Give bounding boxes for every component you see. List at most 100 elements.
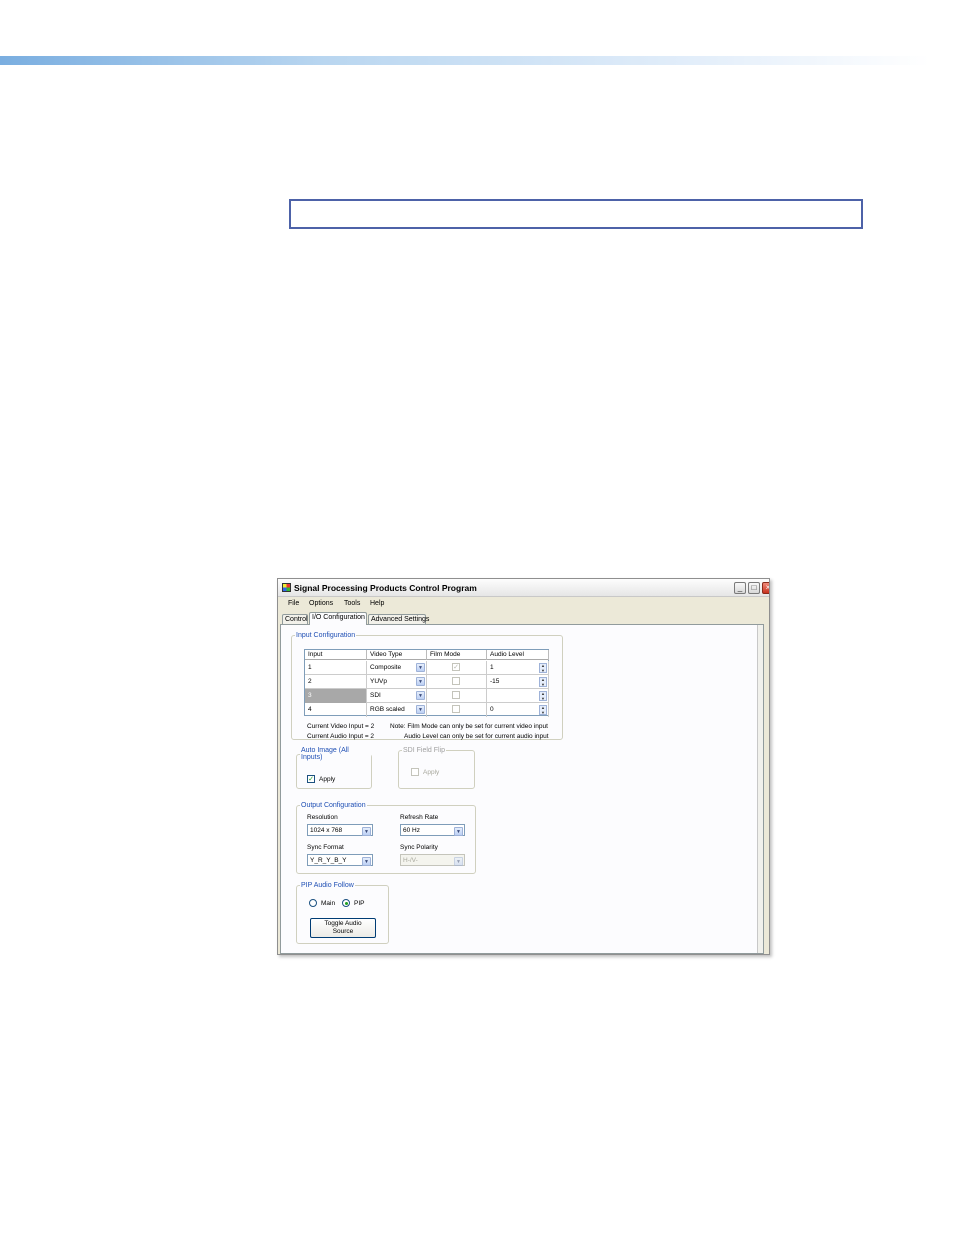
row2-video-type[interactable]: YUVp ▼ (367, 675, 427, 689)
refresh-rate-value: 60 Hz (403, 827, 420, 834)
menu-options[interactable]: Options (309, 600, 333, 607)
menu-help[interactable]: Help (370, 600, 384, 607)
close-button[interactable]: × (762, 582, 769, 594)
toggle-audio-label-line2: Source (332, 928, 354, 935)
resolution-select[interactable]: 1024 x 768 ▼ (307, 824, 373, 836)
chevron-down-icon[interactable]: ▼ (454, 827, 463, 836)
row3-video-type-value: SDI (370, 692, 381, 699)
chevron-down-icon[interactable]: ▼ (454, 857, 463, 866)
input-configuration-legend: Input Configuration (296, 632, 356, 639)
row2-video-type-value: YUVp (370, 678, 387, 685)
col-film-mode: Film Mode (427, 650, 487, 660)
toggle-audio-source-button[interactable]: Toggle Audio Source (310, 918, 376, 938)
output-configuration-group: Output Configuration Resolution 1024 x 7… (296, 802, 476, 874)
auto-image-group: Auto Image (All Inputs) ✓ Apply (296, 747, 372, 789)
auto-image-legend: Auto Image (All Inputs) (301, 747, 349, 761)
spinner-arrows-icon[interactable]: ▲ ▼ (539, 663, 547, 673)
table-row: 3 SDI ▼ ▲ ▼ (305, 689, 549, 703)
row2-film-mode (427, 675, 487, 689)
sdi-field-flip-legend: SDI Field Flip (403, 747, 446, 754)
sdi-field-flip-group: SDI Field Flip Apply (398, 747, 475, 789)
row1-video-type-value: Composite (370, 664, 402, 671)
sync-polarity-value: H-/V- (403, 857, 418, 864)
main-radio[interactable] (309, 899, 317, 907)
input-grid: Input Video Type Film Mode Audio Level 1… (304, 649, 549, 717)
io-configuration-panel: Input Configuration Input Video Type Fil… (280, 624, 764, 954)
menu-bar: File Options Tools Help (278, 598, 769, 610)
sdi-field-flip-apply-checkbox[interactable] (411, 768, 419, 776)
row1-input[interactable]: 1 (305, 661, 367, 675)
row4-film-mode-checkbox[interactable] (452, 705, 460, 713)
sync-polarity-select[interactable]: H-/V- ▼ (400, 854, 465, 866)
menu-tools[interactable]: Tools (344, 600, 360, 607)
table-row: 2 YUVp ▼ -15 ▲ ▼ (305, 675, 549, 689)
row1-audio-level[interactable]: 1 ▲ ▼ (487, 661, 549, 675)
auto-image-apply-label: Apply (319, 776, 336, 783)
spinner-arrows-icon[interactable]: ▲ ▼ (539, 691, 547, 701)
row4-video-type[interactable]: RGB scaled ▼ (367, 703, 427, 717)
row4-film-mode (427, 703, 487, 717)
window-title: Signal Processing Products Control Progr… (294, 583, 477, 593)
output-configuration-legend: Output Configuration (301, 802, 366, 809)
chevron-down-icon[interactable]: ▼ (416, 677, 425, 686)
minimize-button[interactable]: _ (734, 582, 746, 594)
sync-format-label: Sync Format (307, 844, 344, 851)
resolution-label: Resolution (307, 814, 338, 821)
current-video-input: Current Video Input = 2 (307, 723, 375, 730)
table-row: 4 RGB scaled ▼ 0 ▲ ▼ (305, 703, 549, 717)
row3-film-mode (427, 689, 487, 703)
auto-image-apply-checkbox[interactable]: ✓ (307, 775, 315, 783)
row2-film-mode-checkbox[interactable] (452, 677, 460, 685)
col-input: Input (305, 650, 367, 660)
app-logo-icon (282, 583, 291, 592)
row2-input[interactable]: 2 (305, 675, 367, 689)
sync-format-value: Y_R_Y_B_Y (310, 857, 347, 864)
row4-audio-level[interactable]: 0 ▲ ▼ (487, 703, 549, 717)
row1-film-mode: ✓ (427, 661, 487, 675)
film-mode-note: Note: Film Mode can only be set for curr… (390, 723, 548, 730)
app-window: Signal Processing Products Control Progr… (277, 578, 770, 955)
row1-audio-level-value: 1 (490, 664, 494, 671)
row3-audio-level[interactable]: ▲ ▼ (487, 689, 549, 703)
sync-polarity-label: Sync Polarity (400, 844, 438, 851)
note-box (289, 199, 863, 229)
pip-audio-follow-legend: PIP Audio Follow (301, 882, 354, 889)
grid-header: Input Video Type Film Mode Audio Level (305, 650, 549, 660)
tab-io-configuration[interactable]: I/O Configuration (309, 612, 367, 625)
input-configuration-group: Input Configuration Input Video Type Fil… (291, 632, 563, 740)
pip-radio-label: PIP (354, 900, 365, 907)
maximize-button[interactable]: □ (748, 582, 760, 594)
spinner-arrows-icon[interactable]: ▲ ▼ (539, 705, 547, 715)
sync-format-select[interactable]: Y_R_Y_B_Y ▼ (307, 854, 373, 866)
row1-film-mode-checkbox[interactable]: ✓ (452, 663, 460, 671)
panel-scroll-edge[interactable] (757, 625, 763, 953)
row1-video-type[interactable]: Composite ▼ (367, 661, 427, 675)
current-audio-input: Current Audio Input = 2 (307, 733, 375, 740)
row2-audio-level[interactable]: -15 ▲ ▼ (487, 675, 549, 689)
chevron-down-icon[interactable]: ▼ (362, 857, 371, 866)
spinner-arrows-icon[interactable]: ▲ ▼ (539, 677, 547, 687)
row3-video-type[interactable]: SDI ▼ (367, 689, 427, 703)
chevron-down-icon[interactable]: ▼ (416, 663, 425, 672)
pip-radio[interactable] (342, 899, 350, 907)
col-video-type: Video Type (367, 650, 427, 660)
pip-audio-follow-group: PIP Audio Follow Main PIP Toggle Audio S… (296, 882, 389, 944)
row2-audio-level-value: -15 (490, 678, 500, 685)
header-gradient-band (0, 56, 930, 65)
title-bar[interactable]: Signal Processing Products Control Progr… (278, 579, 769, 597)
row4-input[interactable]: 4 (305, 703, 367, 717)
chevron-down-icon[interactable]: ▼ (416, 705, 425, 714)
refresh-rate-select[interactable]: 60 Hz ▼ (400, 824, 465, 836)
audio-level-note: Audio Level can only be set for current … (404, 733, 549, 740)
resolution-value: 1024 x 768 (310, 827, 343, 834)
row3-film-mode-checkbox[interactable] (452, 691, 460, 699)
row4-audio-level-value: 0 (490, 706, 494, 713)
sdi-field-flip-apply-label: Apply (423, 769, 440, 776)
chevron-down-icon[interactable]: ▼ (416, 691, 425, 700)
main-radio-label: Main (321, 900, 336, 907)
chevron-down-icon[interactable]: ▼ (362, 827, 371, 836)
row3-input[interactable]: 3 (305, 689, 367, 703)
toggle-audio-label-line1: Toggle Audio (324, 920, 362, 927)
col-audio-level: Audio Level (487, 650, 549, 660)
menu-file[interactable]: File (288, 600, 299, 607)
